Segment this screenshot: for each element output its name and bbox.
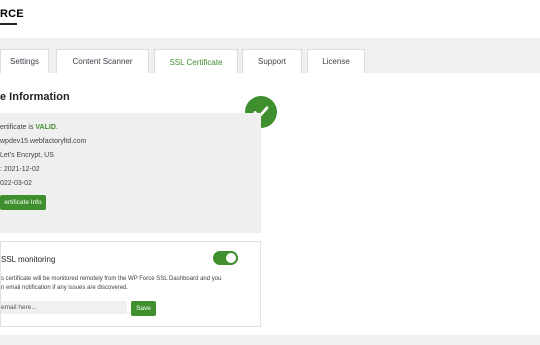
save-button[interactable]: Save xyxy=(131,301,156,316)
monitoring-description: s certificate will be monitored remotely… xyxy=(1,275,251,293)
refresh-button-label: ertificate Info xyxy=(4,199,42,206)
brand-name: RCE xyxy=(0,8,24,20)
toggle-knob xyxy=(226,253,236,263)
save-button-label: Save xyxy=(136,305,151,312)
tab-ssl-certificate[interactable]: SSL Certificate xyxy=(154,49,238,74)
tab-label: SSL Certificate xyxy=(169,57,223,67)
tab-label: Support xyxy=(257,57,287,66)
certificate-info-box: ertificate is VALID. wpdev15.webfactoryl… xyxy=(0,113,261,233)
status-suffix: . xyxy=(55,124,58,131)
tab-label: Content Scanner xyxy=(72,57,133,66)
email-input[interactable] xyxy=(1,301,127,314)
certificate-valid-from: : 2021-12-02 xyxy=(0,166,40,173)
certificate-status: ertificate is VALID. xyxy=(0,124,58,131)
certificate-domain: wpdev15.webfactoryltd.com xyxy=(0,138,87,145)
ssl-monitoring-card: SSL monitoring s certificate will be mon… xyxy=(0,241,261,327)
status-prefix: ertificate is xyxy=(0,124,36,131)
section-title: e Information xyxy=(0,91,70,103)
refresh-certificate-info-button[interactable]: ertificate Info xyxy=(0,195,46,210)
top-bar: RCE xyxy=(0,0,540,38)
monitoring-description-line: s certificate will be monitored remotely… xyxy=(1,276,222,282)
monitoring-description-line: n email notification if any issues are d… xyxy=(1,285,129,291)
status-valid-badge: VALID xyxy=(35,124,56,131)
ssl-monitoring-toggle[interactable] xyxy=(213,251,238,265)
tab-license[interactable]: License xyxy=(307,49,365,73)
tab-content-scanner[interactable]: Content Scanner xyxy=(56,49,149,73)
certificate-issuer: Let's Encrypt, US xyxy=(0,152,54,159)
footer-strip xyxy=(0,335,540,345)
tab-settings[interactable]: Settings xyxy=(0,49,49,73)
monitoring-title: SSL monitoring xyxy=(1,255,56,264)
certificate-valid-to: 022-03-02 xyxy=(0,180,32,187)
tab-label: Settings xyxy=(10,57,39,66)
brand-underline xyxy=(0,23,17,25)
ssl-certificate-panel: e Information ertificate is VALID. wpdev… xyxy=(0,73,540,335)
tab-label: License xyxy=(322,57,350,66)
tab-support[interactable]: Support xyxy=(242,49,302,73)
